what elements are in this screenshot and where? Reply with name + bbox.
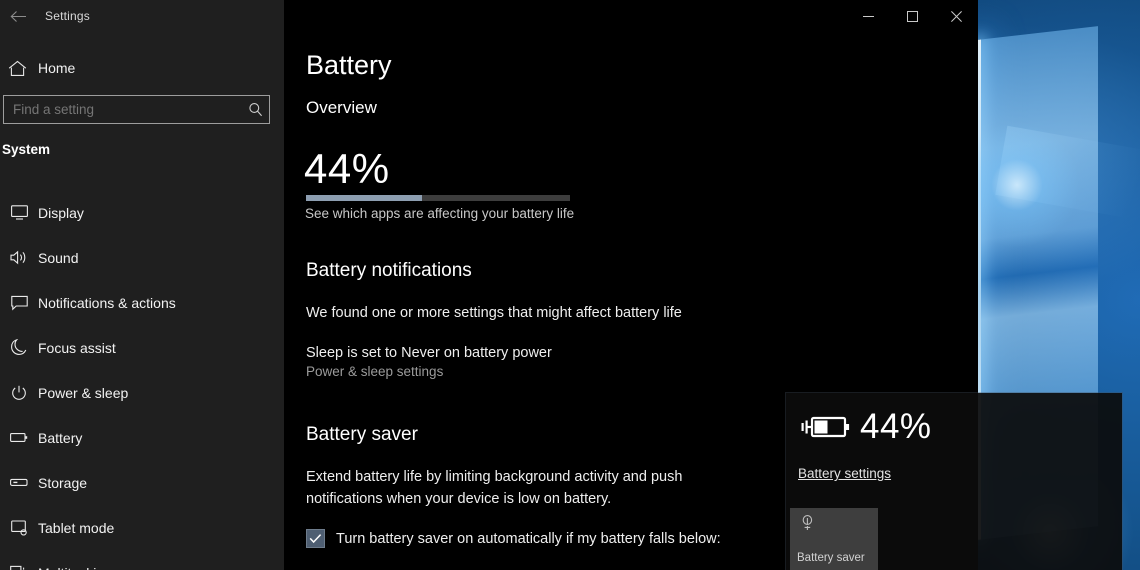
- sidebar-item-sound[interactable]: Sound: [0, 235, 284, 280]
- battery-notifications-message: We found one or more settings that might…: [306, 305, 682, 321]
- sidebar-item-notifications-label: Notifications & actions: [38, 294, 176, 311]
- battery-saver-description: Extend battery life by limiting backgrou…: [306, 469, 683, 507]
- battery-notifications-heading: Battery notifications: [306, 260, 472, 281]
- sidebar-item-storage[interactable]: Storage: [0, 460, 284, 505]
- battery-settings-link[interactable]: Battery settings: [798, 466, 891, 481]
- maximize-button[interactable]: [890, 0, 934, 32]
- close-button[interactable]: [934, 0, 978, 32]
- sidebar-item-power-sleep[interactable]: Power & sleep: [0, 370, 284, 415]
- title-bar: Settings: [0, 0, 978, 32]
- sidebar-nav-list: Display Sound Notifications & actions Fo…: [0, 190, 284, 570]
- tablet-icon: [6, 519, 32, 536]
- sidebar-item-battery[interactable]: Battery: [0, 415, 284, 460]
- overview-heading: Overview: [306, 98, 377, 117]
- sidebar-item-power-sleep-label: Power & sleep: [38, 384, 129, 401]
- search-input[interactable]: [3, 95, 270, 124]
- battery-flyout-percent: 44%: [860, 407, 932, 446]
- battery-flyout: 44% Battery settings Battery saver: [786, 393, 1122, 570]
- minimize-button[interactable]: [846, 0, 890, 32]
- sidebar-item-multitasking-label: Multitasking: [38, 565, 112, 570]
- sidebar-item-display-label: Display: [38, 204, 84, 221]
- sidebar-group-title: System: [2, 142, 51, 157]
- sidebar-item-battery-label: Battery: [38, 429, 83, 446]
- page-title: Battery: [306, 50, 392, 80]
- battery-saver-auto-checkbox-label: Turn battery saver on automatically if m…: [336, 530, 721, 547]
- window-title: Settings: [45, 9, 90, 23]
- sidebar-item-display[interactable]: Display: [0, 190, 284, 235]
- window-controls: [846, 0, 978, 32]
- back-arrow-icon[interactable]: [4, 3, 32, 29]
- battery-notifications-detail: Sleep is set to Never on battery power: [306, 345, 552, 361]
- notification-icon: [6, 295, 32, 311]
- screen: Settings Home Find a setting System Disp…: [0, 0, 1140, 570]
- storage-icon: [6, 478, 32, 487]
- title-bar-sidebar-region: [0, 0, 284, 32]
- sidebar-item-tablet-mode-label: Tablet mode: [38, 519, 115, 536]
- speaker-icon: [6, 250, 32, 265]
- battery-percent-large: 44%: [304, 145, 390, 192]
- battery-saver-quick-tile[interactable]: Battery saver: [790, 508, 878, 570]
- power-sleep-settings-link[interactable]: Power & sleep settings: [306, 364, 443, 379]
- monitor-icon: [6, 205, 32, 220]
- sidebar-item-notifications[interactable]: Notifications & actions: [0, 280, 284, 325]
- search-input-field[interactable]: [4, 102, 241, 117]
- battery-saver-auto-checkbox[interactable]: [306, 529, 325, 548]
- sidebar-item-tablet-mode[interactable]: Tablet mode: [0, 505, 284, 550]
- battery-charging-icon: [798, 407, 854, 447]
- battery-progress-bar: [306, 195, 570, 201]
- battery-saver-heading: Battery saver: [306, 424, 418, 445]
- sidebar-item-multitasking[interactable]: Multitasking: [0, 550, 284, 570]
- home-icon: [8, 60, 32, 77]
- battery-progress-fill: [306, 195, 423, 201]
- battery-saver-quick-tile-label: Battery saver: [797, 552, 865, 564]
- sidebar-item-focus-assist-label: Focus assist: [38, 339, 116, 356]
- sidebar-item-home[interactable]: Home: [0, 52, 284, 84]
- battery-saver-auto-checkbox-row[interactable]: Turn battery saver on automatically if m…: [306, 529, 721, 548]
- sidebar-item-sound-label: Sound: [38, 249, 79, 266]
- search-icon: [241, 102, 269, 117]
- multitasking-icon: [6, 565, 32, 570]
- battery-icon: [6, 432, 32, 443]
- power-icon: [6, 385, 32, 401]
- sidebar-item-home-label: Home: [38, 60, 76, 76]
- moon-icon: [6, 339, 32, 356]
- sidebar: Home System Displa: [0, 32, 284, 570]
- battery-saver-icon: [798, 514, 816, 532]
- sidebar-item-focus-assist[interactable]: Focus assist: [0, 325, 284, 370]
- battery-flyout-status: 44%: [798, 407, 932, 447]
- battery-apps-link[interactable]: See which apps are affecting your batter…: [305, 206, 574, 221]
- sidebar-item-storage-label: Storage: [38, 474, 88, 491]
